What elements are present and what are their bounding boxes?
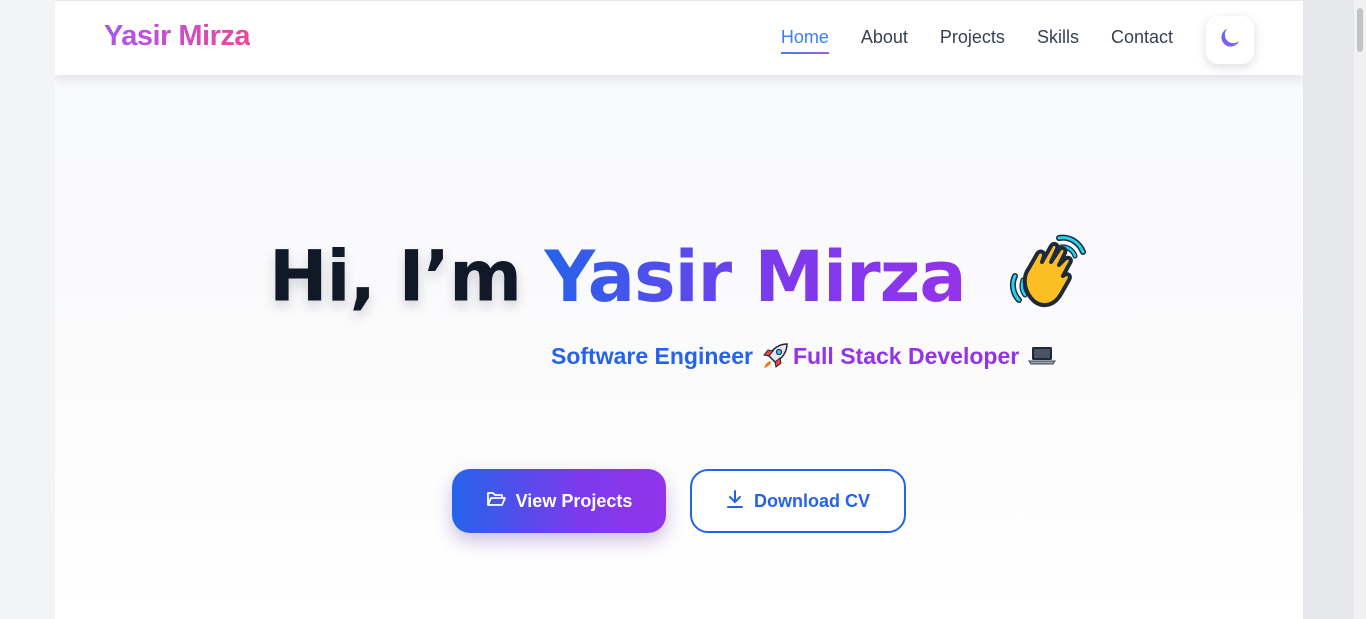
download-cv-button[interactable]: Download CV — [690, 469, 906, 533]
hero-subtitle: Software Engineer Full Stack Developer — [551, 342, 1061, 370]
view-projects-button[interactable]: View Projects — [452, 469, 666, 533]
subtitle-role-2: Full Stack Developer — [792, 342, 1020, 369]
nav-link-about[interactable]: About — [861, 27, 908, 54]
waving-hand-icon — [1009, 232, 1089, 331]
hero-greeting: Hi, I’m — [268, 235, 522, 318]
nav-links: Home About Projects Skills Contact — [780, 27, 1173, 54]
navbar: Yasir Mirza Home About Projects Skills C… — [55, 0, 1303, 75]
brand-logo[interactable]: Yasir Mirza — [104, 20, 251, 53]
scrollbar-thumb[interactable] — [1357, 8, 1363, 52]
moon-icon — [1217, 25, 1243, 56]
hero-name: Yasir Mirza — [544, 235, 966, 318]
browser-viewport: Yasir Mirza Home About Projects Skills C… — [0, 0, 1366, 619]
view-projects-label: View Projects — [515, 490, 633, 511]
portfolio-page: Yasir Mirza Home About Projects Skills C… — [55, 0, 1303, 619]
subtitle-role-1: Software Engineer — [551, 342, 753, 369]
folder-open-icon — [486, 490, 506, 513]
download-icon — [726, 489, 744, 514]
page-scrollbar[interactable] — [1354, 0, 1366, 619]
nav-link-skills[interactable]: Skills — [1037, 27, 1079, 54]
nav-link-contact[interactable]: Contact — [1111, 27, 1173, 54]
download-cv-label: Download CV — [754, 490, 870, 511]
nav-link-projects[interactable]: Projects — [940, 27, 1005, 54]
hero-heading: Hi, I’m Yasir Mirza — [55, 232, 1303, 331]
rocket-icon — [761, 342, 789, 370]
nav-link-home[interactable]: Home — [780, 27, 829, 54]
theme-toggle-button[interactable] — [1206, 16, 1254, 64]
laptop-icon — [1027, 344, 1057, 368]
